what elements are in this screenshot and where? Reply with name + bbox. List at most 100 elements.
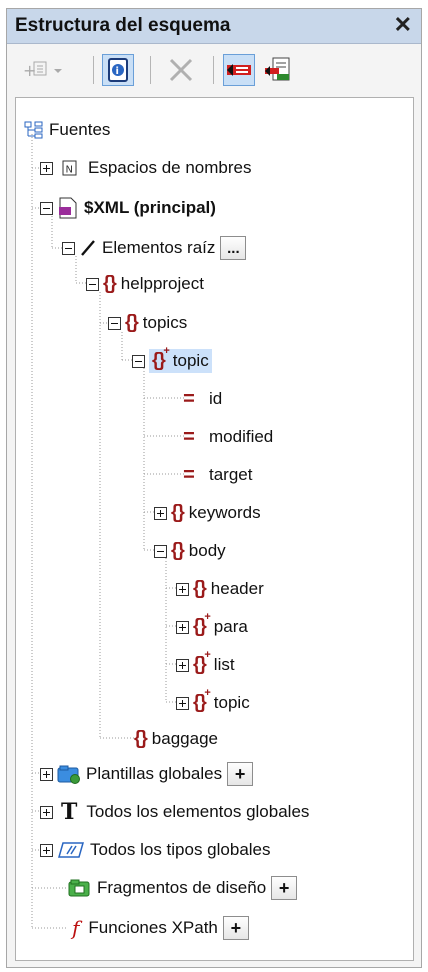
tree-node-xml-main[interactable]: $XML (principal)	[40, 194, 216, 222]
selected-node[interactable]: {} + topic	[149, 345, 212, 373]
sources-icon	[24, 120, 44, 140]
add-design-fragment-button[interactable]: +	[271, 876, 298, 900]
tree-label: id	[209, 389, 223, 408]
element-icon: {}	[134, 728, 148, 749]
tree-node-para[interactable]: {} + para	[176, 611, 248, 641]
tree-label: Todos los tipos globales	[90, 840, 271, 859]
element-recursive-icon: {} +	[193, 611, 211, 637]
element-icon: {}	[103, 273, 117, 294]
panel-titlebar: Estructura del esquema ✕	[7, 9, 421, 44]
attribute-icon: =	[183, 387, 195, 410]
schema-info-icon: i	[108, 58, 128, 82]
schema-tree-panel: Estructura del esquema ✕ + i Fuentes N E…	[6, 8, 422, 968]
add-element-button[interactable]: +	[21, 54, 62, 86]
add-global-template-button[interactable]: +	[227, 762, 254, 786]
tree-label: baggage	[151, 729, 218, 748]
expand-icon[interactable]	[40, 767, 53, 781]
close-icon[interactable]: ✕	[394, 12, 412, 38]
tree-node-header[interactable]: {} header	[176, 575, 264, 603]
expand-icon[interactable]	[176, 658, 189, 672]
tree-node-attr-target[interactable]: = target	[174, 461, 252, 489]
root-elements-more-button[interactable]: ...	[220, 236, 247, 260]
element-icon: {}	[193, 578, 207, 599]
tree-node-xpath-functions[interactable]: f Funciones XPath +	[72, 914, 249, 942]
tree-label: Espacios de nombres	[88, 158, 252, 177]
svg-text:N: N	[66, 165, 73, 176]
attribute-icon: =	[183, 425, 195, 448]
tree-node-topic[interactable]: {} + topic	[132, 345, 212, 375]
schema-info-button[interactable]: i	[102, 54, 134, 86]
import-button[interactable]	[263, 54, 295, 86]
expand-icon[interactable]	[40, 843, 53, 857]
expand-icon[interactable]	[176, 582, 189, 596]
namespace-icon: N	[61, 159, 79, 177]
tree-node-attr-id[interactable]: = id	[174, 385, 222, 413]
expand-icon[interactable]	[176, 696, 189, 710]
tree-node-topics[interactable]: {} topics	[108, 309, 187, 337]
add-element-icon: +	[23, 61, 62, 80]
tree-label: modified	[209, 427, 274, 446]
tree-label: Plantillas globales	[86, 764, 223, 783]
svg-text:i: i	[116, 66, 119, 77]
tree-node-root-elements[interactable]: Elementos raíz ...	[62, 234, 247, 262]
tree-label: list	[213, 655, 235, 674]
collapse-icon[interactable]	[132, 354, 145, 368]
collapse-icon[interactable]	[108, 316, 121, 330]
element-icon: {}	[125, 312, 139, 333]
tree-label: target	[209, 465, 253, 484]
expand-icon[interactable]	[176, 620, 189, 634]
expand-icon[interactable]	[40, 161, 53, 175]
highlight-icon	[227, 64, 251, 76]
function-icon: f	[72, 916, 80, 940]
tree-node-topic-child[interactable]: {} + topic	[176, 687, 250, 717]
expand-icon[interactable]	[154, 506, 167, 520]
tree-label: body	[188, 541, 226, 560]
tree-label: Fragmentos de diseño	[97, 878, 267, 897]
panel-title: Estructura del esquema	[15, 15, 231, 36]
tree-label: keywords	[188, 503, 261, 522]
element-recursive-icon: {} +	[193, 649, 211, 675]
tree-label: $XML (principal)	[84, 198, 216, 217]
tree-node-design-fragments[interactable]: Fragmentos de diseño +	[68, 874, 298, 902]
tree-label: para	[213, 617, 248, 636]
element-icon: {}	[171, 502, 185, 523]
toolbar: + i	[7, 44, 421, 96]
xml-file-icon	[57, 197, 79, 219]
collapse-icon[interactable]	[86, 277, 99, 291]
tree-label: topic	[172, 351, 209, 370]
expand-icon[interactable]	[40, 805, 53, 819]
import-icon	[265, 57, 290, 81]
tree-label: header	[210, 579, 264, 598]
element-recursive-icon: {} +	[193, 687, 211, 713]
tree-node-fuentes[interactable]: Fuentes	[24, 116, 110, 144]
tree-node-body[interactable]: {} body	[154, 537, 226, 565]
element-icon: {}	[171, 540, 185, 561]
tree-node-global-templates[interactable]: Plantillas globales +	[40, 760, 254, 788]
tree-label: topic	[213, 693, 250, 712]
delete-button[interactable]	[165, 54, 197, 86]
collapse-icon[interactable]	[40, 201, 53, 215]
collapse-icon[interactable]	[62, 241, 75, 255]
tree-node-attr-modified[interactable]: = modified	[174, 423, 273, 451]
slash-icon	[79, 239, 97, 257]
tree-node-helpproject[interactable]: {} helpproject	[86, 270, 204, 298]
collapse-icon[interactable]	[154, 544, 167, 558]
tree-node-all-global-types[interactable]: Todos los tipos globales	[40, 836, 271, 864]
tree-label: Elementos raíz	[102, 238, 216, 257]
tree-label: Todos los elementos globales	[86, 802, 310, 821]
tree-node-list[interactable]: {} + list	[176, 649, 235, 679]
highlight-button[interactable]	[223, 54, 255, 86]
global-templates-icon	[57, 764, 81, 784]
add-xpath-function-button[interactable]: +	[222, 916, 249, 940]
attribute-icon: =	[183, 463, 195, 486]
tree-node-baggage[interactable]: {} baggage	[134, 725, 218, 753]
schema-tree: Fuentes N Espacios de nombres $XML (prin…	[15, 97, 414, 961]
tree-node-keywords[interactable]: {} keywords	[154, 499, 261, 527]
delete-icon	[169, 58, 193, 82]
tree-node-namespaces[interactable]: N Espacios de nombres	[40, 154, 251, 182]
tree-label: Fuentes	[49, 120, 111, 139]
element-recursive-icon: {} +	[152, 345, 170, 371]
global-types-icon	[57, 841, 85, 859]
tree-node-all-global-elements[interactable]: T Todos los elementos globales	[40, 798, 309, 826]
tree-connectors	[31, 134, 184, 929]
